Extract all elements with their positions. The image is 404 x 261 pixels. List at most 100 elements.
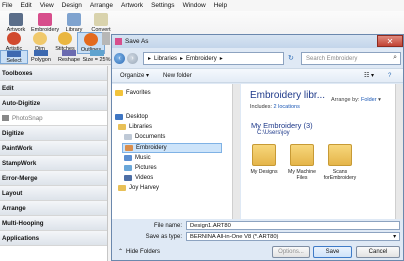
panel-layout[interactable]: Layout — [0, 186, 107, 201]
folder-icon — [252, 144, 276, 166]
search-icon: ⌕ — [393, 54, 397, 61]
outlines-icon — [84, 33, 98, 46]
dialog-footer: ⌃ Hide Folders Options... Save Cancel — [112, 245, 403, 261]
panel-digitize[interactable]: Digitize — [0, 126, 107, 141]
panel-stampwork[interactable]: StampWork — [0, 156, 107, 171]
folder-icon — [290, 144, 314, 166]
panel-applications[interactable]: Applications — [0, 231, 107, 246]
menu-edit[interactable]: Edit — [20, 2, 31, 9]
menu-arrange[interactable]: Arrange — [90, 2, 113, 9]
menu-window[interactable]: Window — [183, 2, 206, 9]
points-icon — [102, 32, 110, 45]
arrange-by-control[interactable]: Arrange by: Folder ▾ — [331, 97, 381, 103]
polygon-icon — [34, 50, 48, 56]
ribbon-polygon-button[interactable]: Polygon — [27, 50, 55, 63]
nav-embroidery[interactable]: Embroidery — [122, 143, 222, 153]
panel-toolboxes[interactable]: Toolboxes — [0, 66, 107, 81]
nav-pictures[interactable]: Pictures — [124, 165, 157, 171]
file-content-pane: Embroidery libr... Includes: 2 locations… — [241, 84, 403, 219]
ribbon-reshape-button[interactable]: Reshape — [55, 50, 83, 63]
chevron-down-icon: ▾ — [393, 233, 396, 240]
address-bar-row: ‹ › ▸ Libraries ▸ Embroidery ▸ ↻ Search … — [112, 49, 403, 67]
ribbon-library-button[interactable]: Library — [60, 13, 88, 33]
forward-arrow-icon[interactable]: › — [127, 52, 138, 64]
convert-icon — [94, 13, 108, 26]
options-button[interactable]: Options... — [272, 246, 310, 258]
cancel-button[interactable]: Cancel — [356, 246, 400, 258]
organize-menu[interactable]: Organize ▾ — [120, 72, 149, 79]
view-menu-icon[interactable]: ☷ ▾ — [364, 72, 374, 79]
reshape-icon — [62, 50, 76, 56]
dim-icon — [33, 32, 47, 45]
folder-item[interactable]: My Machine Files — [285, 144, 319, 181]
ribbon-select-button[interactable]: Select — [0, 50, 28, 64]
close-button[interactable]: ✕ — [377, 35, 403, 47]
ribbon-points-button[interactable] — [101, 32, 111, 46]
ribbon-dim-button[interactable]: Dim — [26, 32, 54, 52]
ribbon-convert-button[interactable]: Convert — [87, 13, 115, 33]
stitches-icon — [58, 32, 72, 45]
hide-folders-button[interactable]: ⌃ Hide Folders — [118, 248, 160, 256]
save-fields: File name: Design1.ART80 Save as type: B… — [112, 220, 403, 244]
dialog-app-icon — [115, 38, 122, 45]
ribbon-artwork-button[interactable]: Artwork — [2, 13, 30, 33]
panel-photosnap[interactable]: PhotoSnap — [0, 111, 107, 126]
documents-icon — [124, 134, 132, 140]
content-scrollbar[interactable] — [395, 84, 403, 219]
folder-item[interactable]: My Designs — [247, 144, 281, 175]
panel-arrange[interactable]: Arrange — [0, 201, 107, 216]
nav-scrollbar[interactable] — [232, 84, 240, 219]
save-as-dialog: Save As ✕ ‹ › ▸ Libraries ▸ Embroidery ▸… — [111, 34, 404, 261]
menu-file[interactable]: File — [2, 2, 12, 9]
left-toolbox-panel: Toolboxes Edit Auto-Digitize PhotoSnap D… — [0, 66, 108, 261]
search-input[interactable]: Search Embroidery ⌕ — [301, 52, 401, 65]
save-button[interactable]: Save — [313, 246, 352, 258]
panel-auto-digitize[interactable]: Auto-Digitize — [0, 96, 107, 111]
artistic-icon — [7, 32, 21, 45]
file-name-input[interactable]: Design1.ART80 — [186, 221, 400, 230]
nav-videos[interactable]: Videos — [124, 175, 153, 181]
panel-paintwork[interactable]: PaintWork — [0, 141, 107, 156]
ribbon-size-button[interactable]: Size = 25% — [82, 50, 111, 63]
nav-user[interactable]: Joy Harvey — [118, 185, 159, 191]
application-window: File Edit View Design Arrange Artwork Se… — [0, 0, 404, 261]
embroidery-icon — [38, 13, 52, 26]
library-title: Embroidery libr... — [250, 90, 326, 101]
dialog-titlebar: Save As — [112, 35, 403, 48]
folder-icon — [328, 144, 352, 166]
menu-view[interactable]: View — [40, 2, 54, 9]
refresh-icon[interactable]: ↻ — [288, 54, 294, 62]
nav-libraries[interactable]: Libraries — [118, 124, 152, 130]
ribbon-stitches-button[interactable]: Stitches — [51, 32, 79, 52]
libraries-icon — [118, 124, 126, 130]
panel-error-merge[interactable]: Error-Merge — [0, 171, 107, 186]
includes-locations-link[interactable]: 2 locations — [274, 104, 300, 110]
menu-artwork[interactable]: Artwork — [121, 2, 143, 9]
pictures-icon — [124, 165, 132, 171]
new-folder-button[interactable]: New folder — [163, 73, 192, 79]
group-path: C:\Users\joy — [257, 130, 290, 136]
panel-edit[interactable]: Edit — [0, 81, 107, 96]
panel-multi-hooping[interactable]: Multi-Hooping — [0, 216, 107, 231]
nav-documents[interactable]: Documents — [124, 134, 165, 140]
back-arrow-icon[interactable]: ‹ — [114, 52, 125, 64]
menu-settings[interactable]: Settings — [151, 2, 175, 9]
includes-text: Includes: 2 locations — [250, 104, 300, 110]
dialog-title: Save As — [125, 38, 149, 45]
size-icon — [89, 50, 104, 56]
menu-design[interactable]: Design — [62, 2, 82, 9]
ribbon-artistic-button[interactable]: Artistic — [0, 32, 28, 52]
menu-help[interactable]: Help — [214, 2, 227, 9]
nav-desktop[interactable]: Desktop — [115, 114, 148, 120]
ribbon-embroidery-button[interactable]: Embroidery — [31, 13, 59, 33]
file-name-label: File name: — [153, 223, 182, 229]
library-icon — [67, 13, 81, 26]
path-breadcrumb[interactable]: ▸ Libraries ▸ Embroidery ▸ — [143, 52, 284, 65]
nav-favorites[interactable]: Favorites — [115, 90, 151, 96]
save-type-select[interactable]: BERNINA All-in-One V8 (*.ART80) ▾ — [186, 232, 400, 241]
user-folder-icon — [118, 185, 126, 191]
folder-item[interactable]: Scans forEmbroidery — [323, 144, 357, 181]
help-icon[interactable]: ? — [388, 73, 391, 79]
nav-music[interactable]: Music — [124, 155, 151, 161]
desktop-icon — [115, 114, 123, 120]
